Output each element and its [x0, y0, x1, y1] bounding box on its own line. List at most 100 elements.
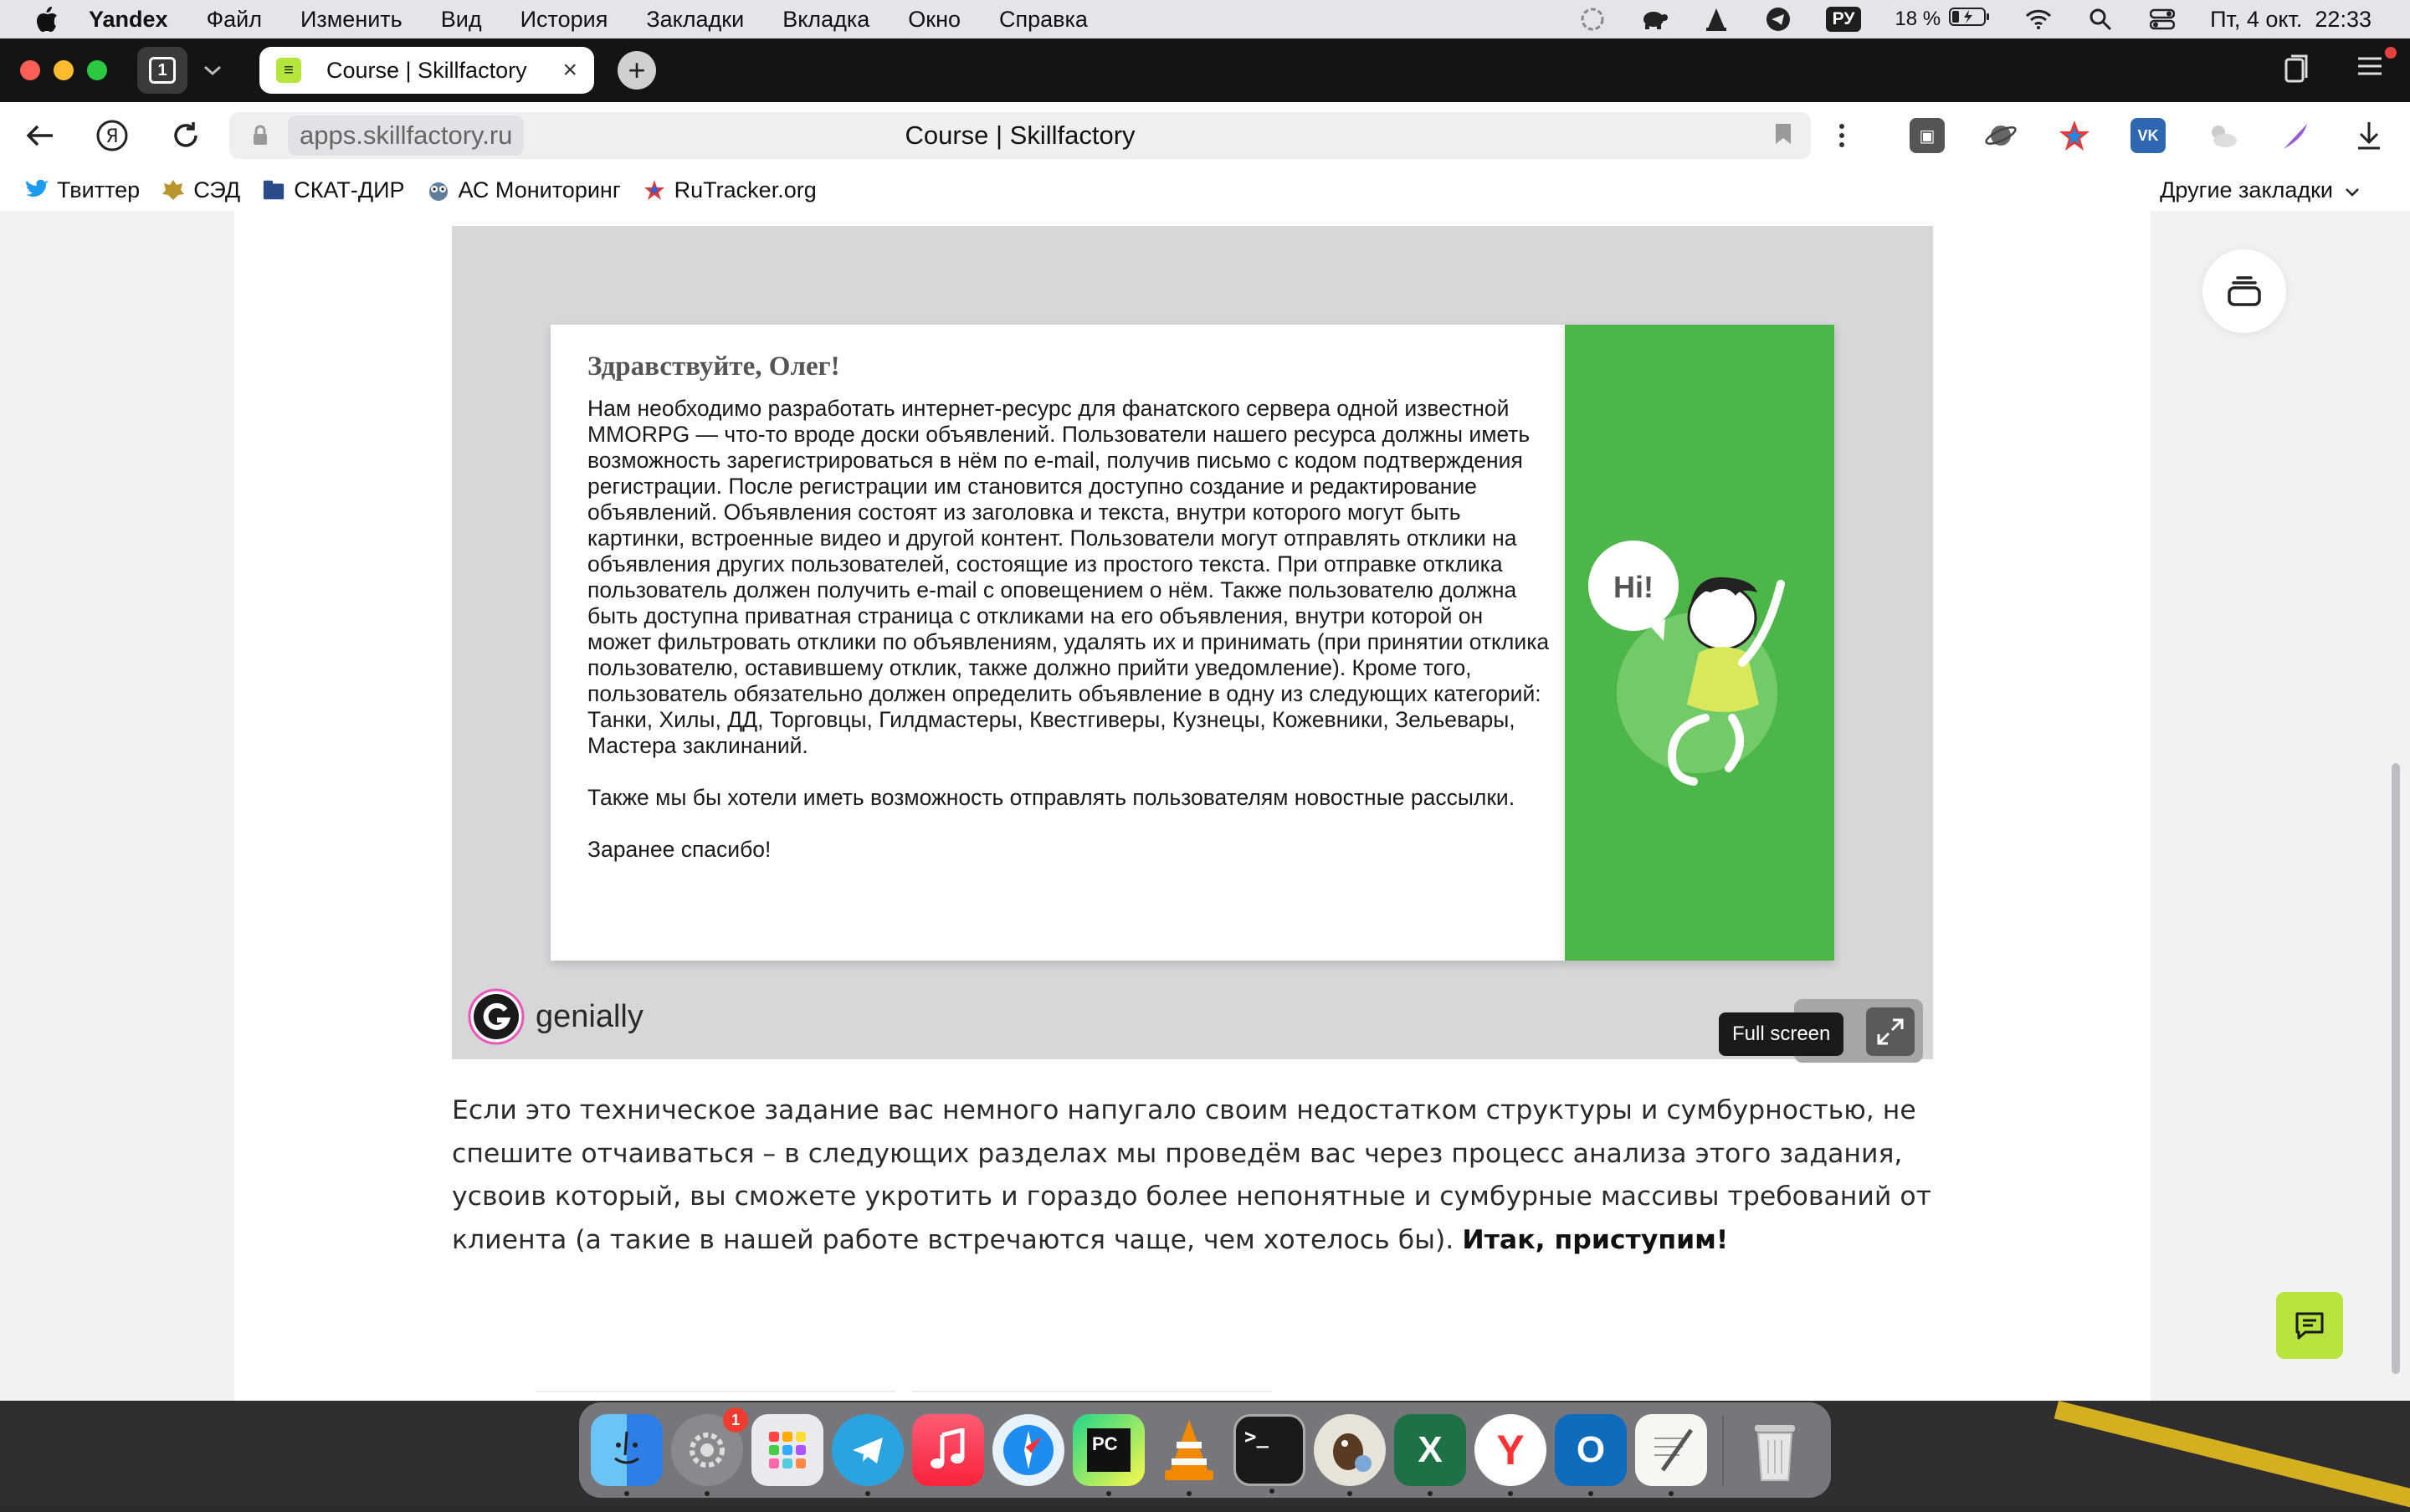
battery-status[interactable]: 18 % — [1895, 7, 1991, 33]
vlc-cone-icon[interactable] — [1702, 5, 1731, 33]
wifi-icon[interactable] — [2024, 5, 2053, 33]
excel-icon[interactable]: X — [1394, 1414, 1466, 1496]
bookmark-label: RuTracker.org — [674, 177, 817, 202]
yandex-home-icon[interactable]: Я — [94, 117, 131, 154]
telegram-icon[interactable] — [1764, 5, 1792, 33]
focus-icon[interactable] — [1578, 5, 1607, 33]
launchpad-icon[interactable] — [751, 1414, 823, 1486]
textedit-icon[interactable] — [1635, 1414, 1707, 1496]
menu-window[interactable]: Окно — [908, 7, 961, 33]
window-controls — [20, 60, 107, 80]
running-indicator — [865, 1491, 870, 1496]
reload-button[interactable] — [167, 117, 204, 154]
browser-tab-strip: 1 ≡ Course | Skillfactory × + — [0, 38, 2410, 102]
tab-counter-button[interactable]: 1 — [137, 47, 187, 94]
address-field[interactable]: apps.skillfactory.ru Course | Skillfacto… — [229, 112, 1811, 159]
more-options-icon[interactable] — [1838, 122, 1846, 153]
notification-badge: 1 — [723, 1407, 748, 1433]
minimize-window-button[interactable] — [54, 60, 74, 80]
other-bookmarks-label: Другие закладки — [2160, 177, 2333, 202]
feedback-chat-button[interactable] — [2276, 1292, 2343, 1359]
waving-person-illustration: Hi! — [1588, 541, 1785, 786]
pycharm-icon[interactable]: PC — [1073, 1414, 1145, 1496]
genially-wordmark: genially — [536, 998, 644, 1034]
weather-extension-icon[interactable] — [2204, 118, 2239, 153]
bookmark-twitter[interactable]: Твиттер — [25, 177, 140, 203]
terminal-icon[interactable]: >_ — [1233, 1414, 1305, 1494]
spotlight-search-icon[interactable] — [2086, 5, 2115, 33]
bookmark-as-monitoring[interactable]: АС Мониторинг — [427, 177, 621, 203]
menu-tab[interactable]: Вкладка — [782, 7, 869, 33]
tab-skillfactory[interactable]: ≡ Course | Skillfactory × — [259, 47, 594, 94]
bookmark-label: Твиттер — [57, 177, 141, 202]
genially-logo-icon — [468, 988, 525, 1045]
bookmarks-panel-icon[interactable] — [2283, 54, 2310, 87]
menu-app-name[interactable]: Yandex — [89, 7, 168, 33]
music-icon[interactable] — [912, 1414, 984, 1486]
bookmark-sed[interactable]: СЭД — [162, 177, 240, 203]
fullscreen-button[interactable] — [1866, 1007, 1915, 1056]
page-scrollbar[interactable] — [2392, 763, 2400, 1374]
bookmark-label: СКАТ-ДИР — [294, 177, 405, 202]
zoom-window-button[interactable] — [87, 60, 107, 80]
folder-icon — [262, 178, 285, 202]
vlc-icon[interactable] — [1153, 1414, 1225, 1496]
planet-extension-icon[interactable] — [1983, 118, 2018, 153]
screenshot-extension-icon[interactable]: ▣ — [1910, 118, 1945, 153]
rutracker-icon — [643, 178, 666, 202]
close-tab-icon[interactable]: × — [562, 56, 577, 85]
menu-bookmarks[interactable]: Закладки — [646, 7, 744, 33]
control-center-icon[interactable] — [2148, 5, 2177, 33]
owl-icon — [427, 178, 450, 202]
letter-illustration-panel: Hi! — [1565, 325, 1834, 961]
menu-view[interactable]: Вид — [441, 7, 482, 33]
browser-menu-icon[interactable] — [2356, 47, 2397, 87]
next-card-edge — [536, 1391, 895, 1401]
system-settings-icon[interactable]: 1 — [671, 1407, 748, 1496]
letter-paragraph: Заранее спасибо! — [587, 837, 772, 862]
telegram-dock-icon[interactable] — [832, 1414, 904, 1496]
extensions-row: ▣ VK — [1910, 102, 2387, 169]
safari-icon[interactable] — [992, 1414, 1064, 1486]
yandex-browser-label: Y — [1496, 1427, 1525, 1474]
running-indicator — [1669, 1491, 1674, 1496]
running-indicator — [1106, 1491, 1111, 1496]
course-contents-button[interactable] — [2202, 249, 2286, 333]
dock-separator — [1722, 1415, 1724, 1485]
bookmark-label: АС Мониторинг — [458, 177, 621, 202]
outlook-icon[interactable]: O — [1555, 1414, 1627, 1496]
genially-logo[interactable]: genially — [467, 987, 644, 1046]
lock-icon[interactable] — [248, 125, 273, 146]
hi-bubble-text: Hi! — [1613, 570, 1654, 604]
download-icon[interactable] — [2351, 118, 2387, 153]
turtle-icon[interactable] — [1640, 5, 1669, 33]
menu-history[interactable]: История — [520, 7, 608, 33]
yandex-browser-icon[interactable]: Y — [1474, 1414, 1546, 1496]
twitter-icon — [25, 178, 49, 202]
chevron-down-icon[interactable] — [191, 47, 234, 94]
vk-extension-icon[interactable]: VK — [2131, 118, 2166, 153]
bookmark-skat-dir[interactable]: СКАТ-ДИР — [262, 177, 405, 203]
running-indicator — [1588, 1491, 1593, 1496]
url-domain[interactable]: apps.skillfactory.ru — [288, 115, 525, 156]
menu-edit[interactable]: Изменить — [300, 7, 403, 33]
input-source-badge[interactable]: РУ — [1825, 7, 1862, 32]
address-toolbar: Я apps.skillfactory.ru Course | Skillfac… — [0, 102, 2410, 169]
bookmark-rutracker[interactable]: RuTracker.org — [643, 177, 817, 203]
menubar-clock[interactable]: Пт, 4 окт. 22:33 — [2210, 7, 2372, 33]
apple-icon[interactable] — [35, 6, 60, 33]
finder-icon[interactable] — [591, 1414, 663, 1496]
menu-file[interactable]: Файл — [207, 7, 262, 33]
new-tab-button[interactable]: + — [618, 51, 656, 90]
menu-help[interactable]: Справка — [999, 7, 1088, 33]
genially-embed[interactable]: Здравствуйте, Олег! Нам необходимо разра… — [452, 226, 1933, 1063]
close-window-button[interactable] — [20, 60, 40, 80]
back-button[interactable] — [22, 117, 59, 154]
other-bookmarks-button[interactable]: Другие закладки — [2160, 177, 2360, 203]
trash-icon[interactable] — [1739, 1414, 1811, 1486]
beaver-app-icon[interactable] — [1314, 1414, 1386, 1496]
next-card-edge — [912, 1391, 1272, 1401]
bookmark-icon[interactable] — [1774, 122, 1792, 150]
star-extension-icon[interactable] — [2057, 118, 2092, 153]
feather-extension-icon[interactable] — [2278, 118, 2313, 153]
